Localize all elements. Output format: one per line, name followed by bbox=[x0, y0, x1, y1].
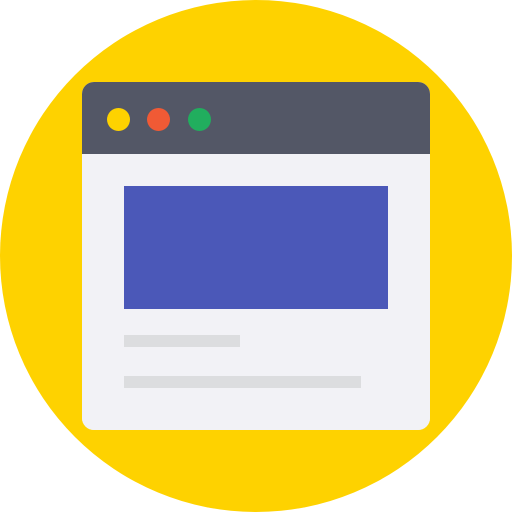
red-dot-icon bbox=[147, 108, 170, 131]
icon-stage bbox=[0, 0, 512, 512]
green-dot-icon bbox=[188, 108, 211, 131]
hero-image-placeholder bbox=[124, 186, 388, 309]
text-line-placeholder bbox=[124, 335, 240, 347]
title-bar bbox=[82, 82, 430, 154]
browser-window-icon bbox=[82, 82, 430, 430]
yellow-dot-icon bbox=[107, 108, 130, 131]
window-content bbox=[82, 154, 430, 430]
text-line-placeholder bbox=[124, 376, 361, 388]
